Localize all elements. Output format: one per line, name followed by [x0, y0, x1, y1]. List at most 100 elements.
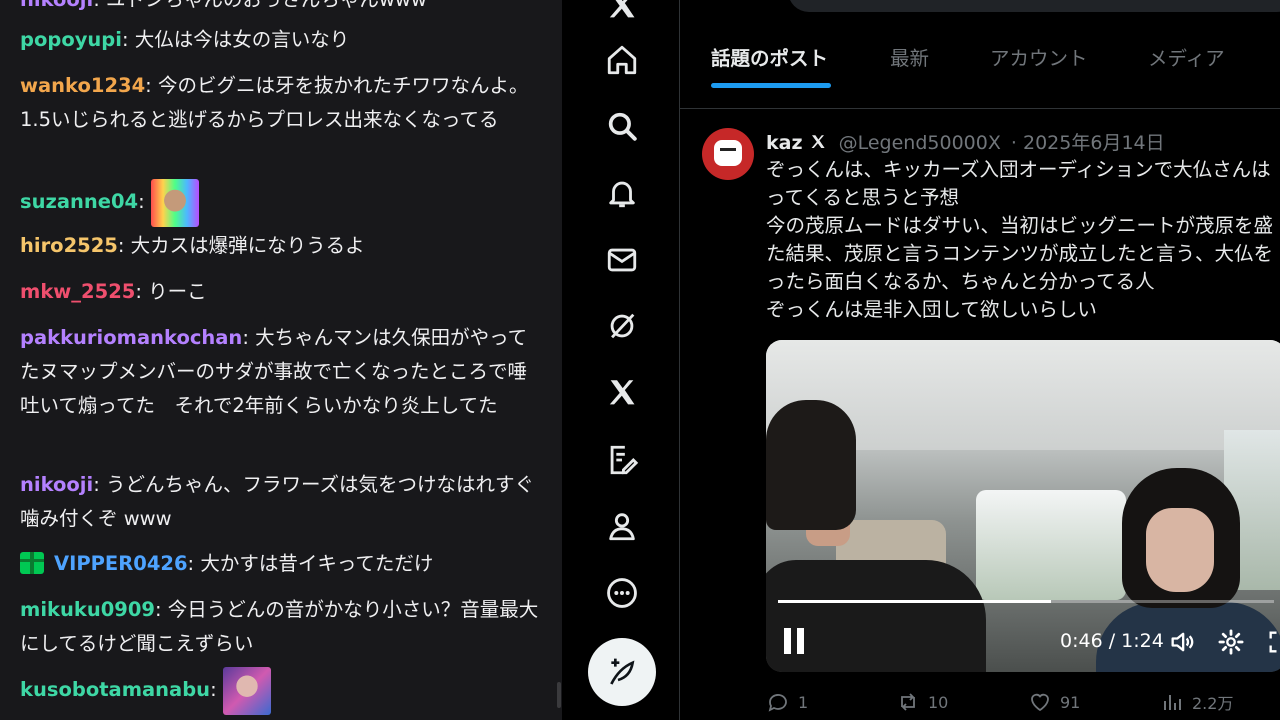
- nav-messages[interactable]: [596, 234, 648, 286]
- chat-message: nikooji: うどんちゃん、フラワーズは気をつけなはれすぐ噛み付くぞ www: [20, 468, 542, 536]
- chat-scrollbar[interactable]: [557, 682, 561, 708]
- post-line: ぞっくんは是非入団して欲しいらしい: [766, 298, 1097, 321]
- nav-x-premium[interactable]: [596, 367, 648, 419]
- post-actions: 1 10 91 2.2万: [766, 688, 1280, 718]
- volume-icon[interactable]: [1168, 628, 1196, 656]
- chat-separator: :: [93, 473, 106, 496]
- chat-username[interactable]: kusobotamanabu: [20, 678, 210, 701]
- chat-panel: nikooji: ユドンちゃんのおっさんちゃんwww popoyupi: 大仏は…: [0, 0, 562, 720]
- emote-image[interactable]: [222, 666, 271, 715]
- chat-separator: :: [138, 190, 151, 213]
- chat-separator: :: [93, 0, 106, 11]
- gift-badge-icon: [20, 552, 44, 574]
- chat-separator: :: [154, 598, 168, 621]
- chat-message: kusobotamanabu:: [20, 666, 542, 715]
- avatar-eyes: [720, 148, 736, 155]
- pause-icon: [784, 628, 791, 654]
- mail-icon: [607, 248, 637, 272]
- chat-username[interactable]: nikooji: [20, 0, 93, 11]
- reply-count: 1: [798, 692, 809, 712]
- nav-grok[interactable]: [596, 300, 648, 352]
- person-icon: [609, 513, 635, 541]
- chat-message: wanko1234: 今のビグニは牙を抜かれたチワワなんよ。1.5いじられると逃…: [20, 69, 542, 137]
- search-tabs: 話題のポスト 最新 アカウント メディア: [680, 0, 1280, 109]
- x-logo-icon: [811, 135, 825, 148]
- chat-username[interactable]: suzanne04: [20, 190, 138, 213]
- chat-message: nikooji: ユドンちゃんのおっさんちゃんwww: [20, 0, 542, 17]
- chat-message: mkw_2525: りーこ: [20, 275, 542, 309]
- chat-username[interactable]: popoyupi: [20, 28, 122, 51]
- post-line: ぞっくんは、キッカーズ入団オーディションで大仏さんは: [766, 158, 1271, 181]
- video-progress-fill: [778, 600, 1051, 603]
- heart-icon: [1031, 693, 1049, 712]
- gear-icon[interactable]: [1217, 628, 1245, 656]
- chat-separator: :: [242, 326, 256, 349]
- post-header: kaz @Legend50000X · 2025年6月14日: [766, 128, 1165, 155]
- repost-icon: [901, 693, 915, 711]
- video-player[interactable]: 0:46 / 1:24: [766, 340, 1280, 672]
- pause-icon: [797, 628, 804, 654]
- chat-separator: :: [135, 280, 149, 303]
- video-person: [1146, 508, 1214, 592]
- chat-separator: :: [187, 552, 201, 575]
- chat-username[interactable]: VIPPER0426: [54, 552, 188, 575]
- compose-post-button[interactable]: [588, 638, 656, 706]
- chat-message: mikuku0909: 今日うどんの音がかなり小さい？音量最大にしてるけど聞こえ…: [20, 593, 542, 661]
- repost-button[interactable]: 10: [896, 690, 948, 714]
- tab-top[interactable]: 話題のポスト: [711, 42, 828, 71]
- tab-latest[interactable]: 最新: [890, 42, 929, 71]
- nav-home[interactable]: [596, 34, 648, 86]
- repost-count: 10: [928, 692, 949, 712]
- x-logo-icon: [609, 380, 635, 405]
- post-line: ったら面白くなるか、ちゃんと分かってる人: [766, 270, 1155, 293]
- nav-explore[interactable]: [596, 100, 648, 152]
- video-progress-bar[interactable]: [778, 600, 1274, 603]
- views-button[interactable]: 2.2万: [1160, 690, 1233, 714]
- author-handle[interactable]: @Legend50000X: [839, 132, 1001, 154]
- chat-text: 大かすは昔イキってただけ: [200, 552, 434, 575]
- reply-icon: [768, 694, 787, 712]
- chat-username[interactable]: wanko1234: [20, 74, 145, 97]
- nav-profile[interactable]: [596, 500, 648, 552]
- chat-text: 大カスは爆弾になりうるよ: [130, 234, 365, 257]
- chat-text: りーこ: [148, 280, 207, 303]
- nav-x-logo[interactable]: [596, 0, 648, 32]
- post-line: ってくると思うと予想: [766, 186, 960, 209]
- chat-message: hiro2525: 大カスは爆弾になりうるよ: [20, 229, 542, 263]
- chat-username[interactable]: mikuku0909: [20, 598, 155, 621]
- chat-message: VIPPER0426: 大かすは昔イキってただけ: [20, 547, 542, 581]
- chat-message: pakkuriomankochan: 大ちゃんマンは久保田がやってたヌマップメン…: [20, 321, 542, 423]
- chat-username[interactable]: pakkuriomankochan: [20, 326, 242, 349]
- post-line: た結果、茂原と言うコンテンツが成立したと言う、大仏を: [766, 242, 1274, 265]
- edit-document-icon: [610, 445, 639, 475]
- like-count: 91: [1060, 692, 1081, 712]
- x-main-column: 話題のポスト 最新 アカウント メディア kaz @Legend50000X ·…: [680, 0, 1280, 720]
- nav-more[interactable]: [596, 567, 648, 619]
- avatar[interactable]: [702, 128, 754, 180]
- post-line: 今の茂原ムードはダサい、当初はビッグニートが茂原を盛: [766, 214, 1274, 237]
- emote-image[interactable]: [150, 178, 199, 227]
- chat-separator: :: [121, 28, 135, 51]
- post-date[interactable]: · 2025年6月14日: [1011, 132, 1165, 154]
- author-name[interactable]: kaz: [766, 132, 803, 154]
- chat-message: suzanne04:: [20, 178, 542, 227]
- bell-icon: [609, 181, 635, 208]
- feather-plus-icon: [610, 658, 635, 685]
- chat-username[interactable]: hiro2525: [20, 234, 118, 257]
- tab-accounts[interactable]: アカウント: [990, 42, 1088, 71]
- fullscreen-icon[interactable]: [1266, 628, 1280, 656]
- active-tab-indicator: [711, 83, 831, 88]
- pause-button[interactable]: [784, 628, 810, 656]
- video-time: 0:46 / 1:24: [1060, 630, 1164, 652]
- like-button[interactable]: 91: [1028, 690, 1080, 714]
- nav-articles[interactable]: [596, 434, 648, 486]
- video-car-window: [976, 490, 1126, 600]
- nav-notifications[interactable]: [596, 167, 648, 219]
- view-count: 2.2万: [1192, 694, 1234, 713]
- chat-username[interactable]: mkw_2525: [20, 280, 135, 303]
- tab-media[interactable]: メディア: [1148, 42, 1225, 71]
- post[interactable]: kaz @Legend50000X · 2025年6月14日 ぞっくんは、キッカ…: [680, 110, 1280, 720]
- chat-message: popoyupi: 大仏は今は女の言いなり: [20, 23, 542, 57]
- reply-button[interactable]: 1: [766, 690, 808, 714]
- chat-username[interactable]: nikooji: [20, 473, 93, 496]
